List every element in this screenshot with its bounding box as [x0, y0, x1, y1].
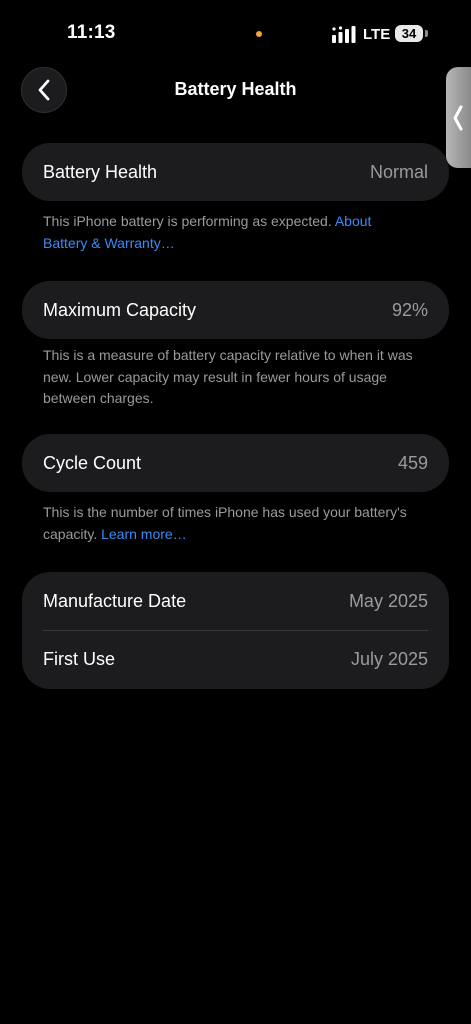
- first-use-row: First Use July 2025: [22, 630, 449, 688]
- first-use-value: July 2025: [350, 649, 428, 669]
- maximum-capacity-footnote: This is a measure of battery capacity re…: [43, 347, 413, 406]
- manufacture-date-value: May 2025: [348, 591, 428, 611]
- maximum-capacity-label: Maximum Capacity: [43, 300, 197, 320]
- status-bar: 11:13 LTE 34: [0, 0, 471, 64]
- battery-health-footnote: This iPhone battery is performing as exp…: [43, 211, 413, 254]
- cycle-count-label: Cycle Count: [43, 453, 142, 473]
- page-title: Battery Health: [174, 79, 297, 99]
- cycle-count-footnote-text: This is the number of times iPhone has u…: [43, 504, 407, 542]
- battery-health-value: Normal: [369, 162, 428, 182]
- cellular-signal-icon: [332, 26, 356, 43]
- maximum-capacity-row: Maximum Capacity 92%: [22, 281, 449, 339]
- network-type: LTE: [363, 26, 391, 43]
- maximum-capacity-value: 92%: [391, 300, 428, 320]
- cycle-count-card: Cycle Count 459: [22, 434, 449, 492]
- cycle-count-value: 459: [397, 453, 428, 473]
- chevron-left-icon: [453, 105, 463, 130]
- battery-icon: 34: [395, 25, 423, 42]
- cycle-count-footnote: This is the number of times iPhone has u…: [43, 502, 413, 545]
- battery-health-row[interactable]: Battery Health Normal: [22, 143, 449, 201]
- cycle-count-row: Cycle Count 459: [22, 434, 449, 492]
- first-use-label: First Use: [43, 649, 115, 669]
- battery-health-footnote-text: This iPhone battery is performing as exp…: [43, 213, 332, 229]
- battery-health-card[interactable]: Battery Health Normal: [22, 143, 449, 201]
- learn-more-link[interactable]: Learn more…: [101, 526, 187, 542]
- maximum-capacity-card: Maximum Capacity 92%: [22, 281, 449, 339]
- battery-tip: [425, 30, 428, 37]
- side-panel-handle[interactable]: [446, 67, 471, 168]
- battery-health-label: Battery Health: [43, 162, 158, 182]
- manufacture-date-label: Manufacture Date: [43, 591, 187, 611]
- status-time: 11:13: [67, 22, 116, 43]
- privacy-indicator-dot: [256, 31, 262, 37]
- manufacture-date-row: Manufacture Date May 2025: [22, 572, 449, 630]
- dates-card: Manufacture Date May 2025 First Use July…: [22, 572, 449, 689]
